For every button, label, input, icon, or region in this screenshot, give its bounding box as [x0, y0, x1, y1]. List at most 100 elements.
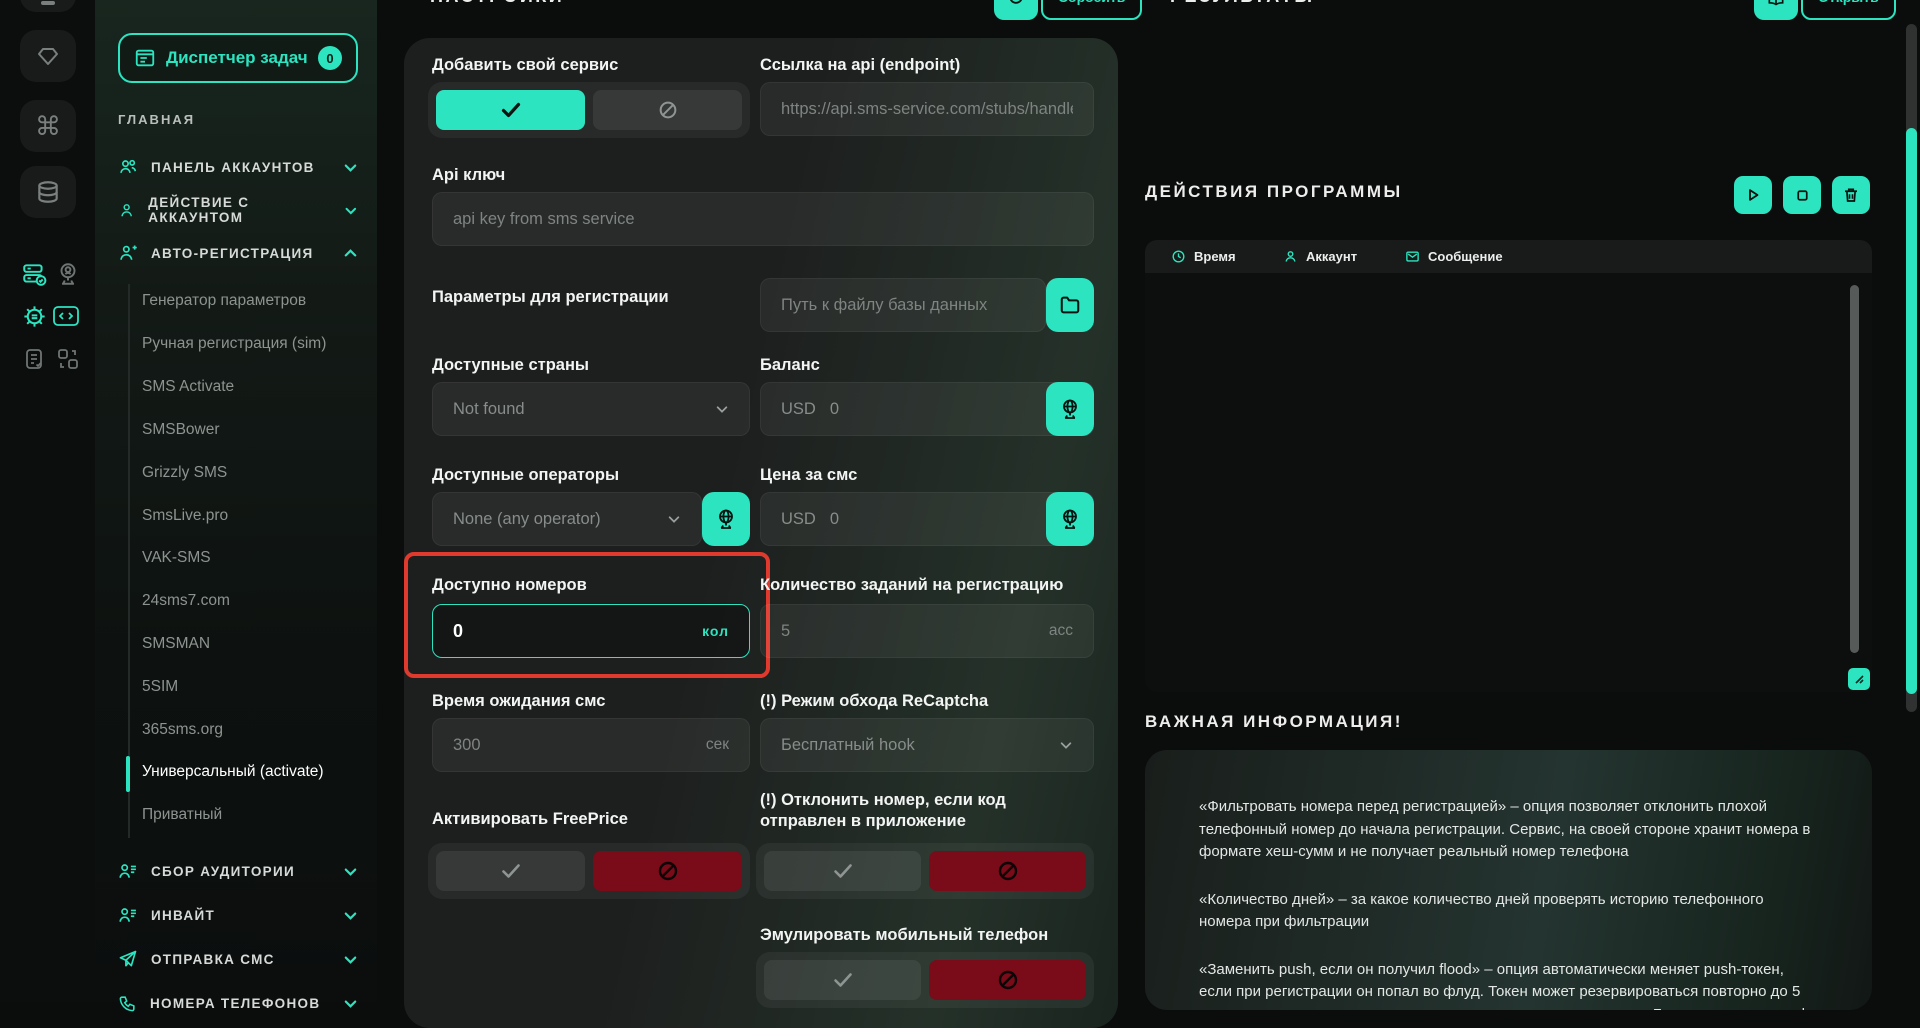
operators-value: None (any operator) — [453, 510, 601, 529]
check-icon — [831, 859, 855, 883]
browse-folder-button[interactable] — [1046, 278, 1094, 332]
reset-button[interactable]: Сбросить — [994, 0, 1142, 20]
open-button[interactable]: Открыть — [1754, 0, 1896, 20]
freeprice-toggle[interactable] — [428, 843, 750, 899]
prohibit-icon — [657, 99, 679, 121]
sms-wait-input[interactable]: 300 сек — [432, 718, 750, 772]
reg-tasks-input[interactable]: 5 acc — [760, 604, 1094, 658]
chevron-down-icon — [667, 512, 681, 526]
globe-icon — [1058, 507, 1082, 531]
db-path-input[interactable]: Путь к файлу базы данных — [760, 278, 1046, 332]
sidebar-subitem[interactable]: 24sms7.com — [142, 592, 230, 614]
sidebar-item-send-sms[interactable]: ОТПРАВКА СМС — [118, 938, 358, 980]
decline-number-toggle[interactable] — [756, 843, 1094, 899]
sms-wait-suffix: сек — [706, 736, 729, 754]
run-button[interactable] — [1734, 176, 1772, 214]
chevron-down-icon — [343, 908, 358, 923]
reg-tasks-value: 5 — [781, 622, 790, 641]
toggle-no-segment[interactable] — [593, 851, 742, 891]
api-key-label: Api ключ — [432, 166, 505, 185]
api-key-input[interactable]: api key from sms service — [432, 192, 1094, 246]
stop-button[interactable] — [1783, 176, 1821, 214]
operators-label: Доступные операторы — [432, 466, 619, 485]
open-icon-box[interactable] — [1754, 0, 1798, 20]
available-numbers-value: 0 — [453, 621, 463, 642]
bot-gear-icon[interactable] — [20, 302, 48, 330]
sms-price-refresh-button[interactable] — [1046, 492, 1094, 546]
emulate-phone-toggle[interactable] — [756, 952, 1094, 1008]
available-numbers-input[interactable]: 0 кол — [432, 604, 750, 658]
sidebar-subitem[interactable]: 5SIM — [142, 678, 178, 700]
balance-label: Баланс — [760, 356, 820, 375]
add-service-label: Добавить свой сервис — [432, 56, 618, 75]
chevron-down-icon — [343, 864, 358, 879]
sidebar-subitem-active[interactable]: Универсальный (activate) — [142, 763, 324, 785]
swap-icon[interactable] — [54, 345, 82, 373]
sidebar-subitem[interactable]: SMS Activate — [142, 378, 234, 400]
column-account[interactable]: Аккаунт — [1283, 249, 1405, 264]
reset-button-label[interactable]: Сбросить — [1041, 0, 1142, 20]
task-manager-button[interactable]: Диспетчер задач 0 — [118, 33, 358, 83]
diamond-button[interactable] — [20, 30, 76, 82]
settings-title: НАСТРОЙКИ — [430, 0, 564, 7]
sidebar-subitem[interactable]: Генератор параметров — [142, 292, 306, 314]
sidebar-item-label: АВТО-РЕГИСТРАЦИЯ — [151, 246, 314, 261]
rail-top-partial-button[interactable] — [20, 0, 76, 12]
server-check-icon[interactable] — [20, 260, 48, 288]
clear-button[interactable] — [1832, 176, 1870, 214]
reg-tasks-label: Количество заданий на регистрацию — [760, 576, 1063, 595]
check-icon — [499, 859, 523, 883]
balance-refresh-button[interactable] — [1046, 382, 1094, 436]
sidebar-subitem[interactable]: Приватный — [142, 806, 222, 828]
sidebar-subitem[interactable]: Ручная регистрация (sim) — [142, 335, 326, 357]
partial-icon — [41, 1, 55, 5]
database-button[interactable] — [20, 166, 76, 218]
reset-icon-box[interactable] — [994, 0, 1038, 20]
sidebar-subitem[interactable]: SMSBower — [142, 421, 220, 443]
open-button-label[interactable]: Открыть — [1801, 0, 1896, 20]
code-window-icon[interactable] — [52, 302, 80, 330]
table-scrollbar-thumb[interactable] — [1850, 285, 1859, 653]
sidebar-item-invite[interactable]: ИНВАЙТ — [118, 894, 358, 936]
table-resize-grip[interactable] — [1848, 668, 1870, 690]
toggle-yes-segment[interactable] — [764, 851, 921, 891]
chevron-down-icon — [343, 996, 358, 1011]
toggle-yes-segment[interactable] — [436, 851, 585, 891]
sidebar-item-audience[interactable]: СБОР АУДИТОРИИ — [118, 850, 358, 892]
webcam-icon[interactable] — [54, 260, 82, 288]
results-title: РЕЗУЛЬТАТЫ — [1170, 0, 1314, 7]
sidebar-item-account-action[interactable]: ДЕЙСТВИЕ С АККАУНТОМ — [118, 189, 358, 231]
sidebar-item-accounts-panel[interactable]: ПАНЕЛЬ АККАУНТОВ — [118, 146, 358, 188]
sidebar-item-auto-registration[interactable]: АВТО-РЕГИСТРАЦИЯ — [118, 232, 358, 274]
sidebar-item-label: ПАНЕЛЬ АККАУНТОВ — [151, 160, 315, 175]
toggle-no-segment[interactable] — [929, 960, 1086, 1000]
sidebar-item-phone-numbers[interactable]: НОМЕРА ТЕЛЕФОНОВ — [118, 982, 358, 1024]
toggle-no-segment[interactable] — [593, 90, 742, 130]
paper-plane-icon — [118, 949, 138, 969]
play-icon — [1744, 186, 1762, 204]
countries-select[interactable]: Not found — [432, 382, 750, 436]
add-service-toggle[interactable] — [428, 82, 750, 138]
sidebar-subitem[interactable]: SmsLive.pro — [142, 507, 228, 529]
column-time[interactable]: Время — [1171, 249, 1283, 264]
page-scrollbar-thumb[interactable] — [1906, 128, 1917, 694]
sidebar-subitem[interactable]: VAK-SMS — [142, 549, 211, 571]
column-message[interactable]: Сообщение — [1405, 249, 1503, 264]
sidebar-subitem[interactable]: SMSMAN — [142, 635, 210, 657]
toggle-yes-segment[interactable] — [764, 960, 921, 1000]
balance-input[interactable]: USD 0 — [760, 382, 1094, 436]
sidebar-subitem[interactable]: Grizzly SMS — [142, 464, 227, 486]
operators-select[interactable]: None (any operator) — [432, 492, 702, 546]
prohibit-icon — [656, 859, 680, 883]
checklist-icon[interactable] — [20, 345, 48, 373]
command-button[interactable]: ⌘ — [20, 100, 76, 152]
sidebar-subitem[interactable]: 365sms.org — [142, 721, 223, 743]
recaptcha-select[interactable]: Бесплатный hook — [760, 718, 1094, 772]
chevron-down-icon — [344, 203, 358, 218]
sms-price-input[interactable]: USD 0 — [760, 492, 1094, 546]
toggle-no-segment[interactable] — [929, 851, 1086, 891]
command-icon: ⌘ — [35, 113, 61, 139]
operators-refresh-button[interactable] — [702, 492, 750, 546]
toggle-yes-segment[interactable] — [436, 90, 585, 130]
endpoint-input[interactable]: https://api.sms-service.com/stubs/handle… — [760, 82, 1094, 136]
